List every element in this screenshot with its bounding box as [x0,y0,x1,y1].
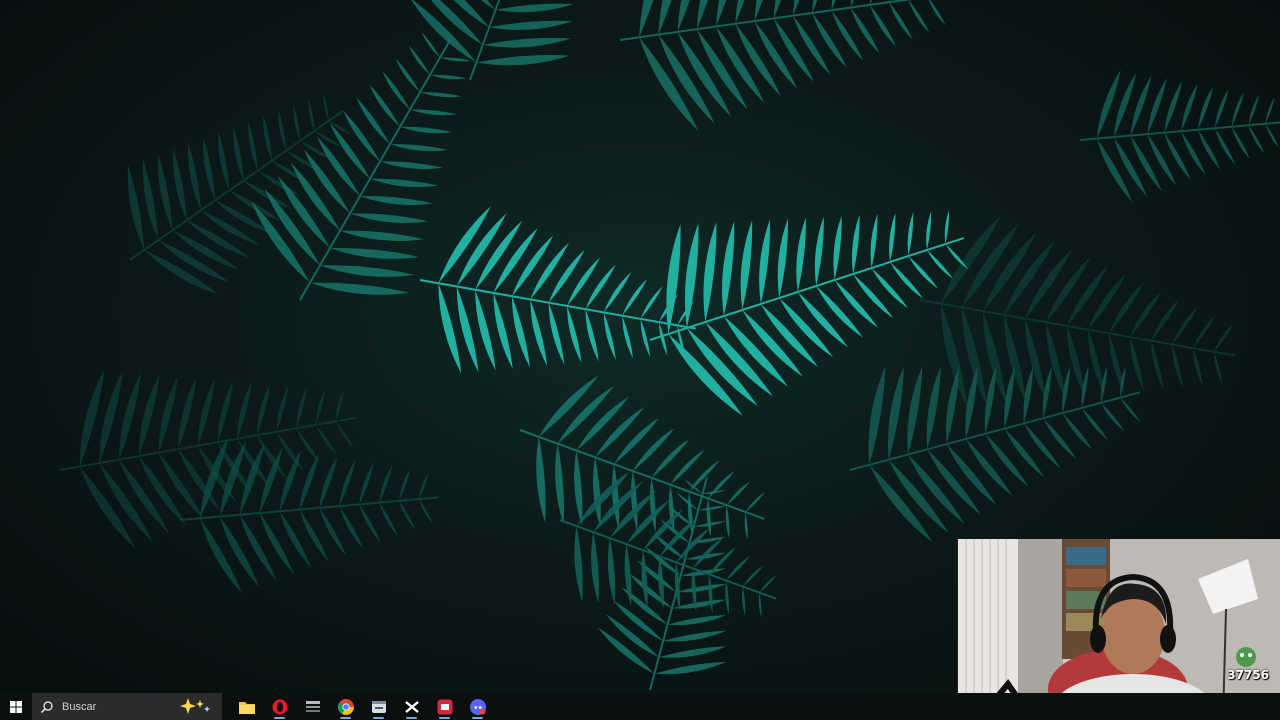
discord-icon [469,698,486,715]
capcut-button[interactable] [395,693,428,720]
viewer-count: 37756 [1227,668,1269,682]
red-app-icon [437,699,452,714]
lucky-patcher-icon [305,700,320,712]
file-explorer-icon [238,701,255,714]
search-placeholder: Buscar [62,700,97,713]
windows-icon [10,700,22,713]
taskbar: Buscar [0,693,1280,720]
red-app-button[interactable] [428,693,461,720]
capcut-icon [404,700,419,713]
file-explorer-button[interactable] [230,693,263,720]
lucky-patcher-button[interactable] [296,693,329,720]
app-window-button[interactable] [362,693,395,720]
sparkle-icon [180,698,210,714]
start-button[interactable] [0,693,32,720]
search-box[interactable]: Buscar [32,693,222,720]
chrome-button[interactable] [329,693,362,720]
search-icon [40,700,53,713]
app-window-icon [371,700,386,713]
opera-gx-icon [272,699,287,714]
opera-gx-button[interactable] [263,693,296,720]
chrome-icon [337,698,354,715]
discord-button[interactable] [461,693,494,720]
